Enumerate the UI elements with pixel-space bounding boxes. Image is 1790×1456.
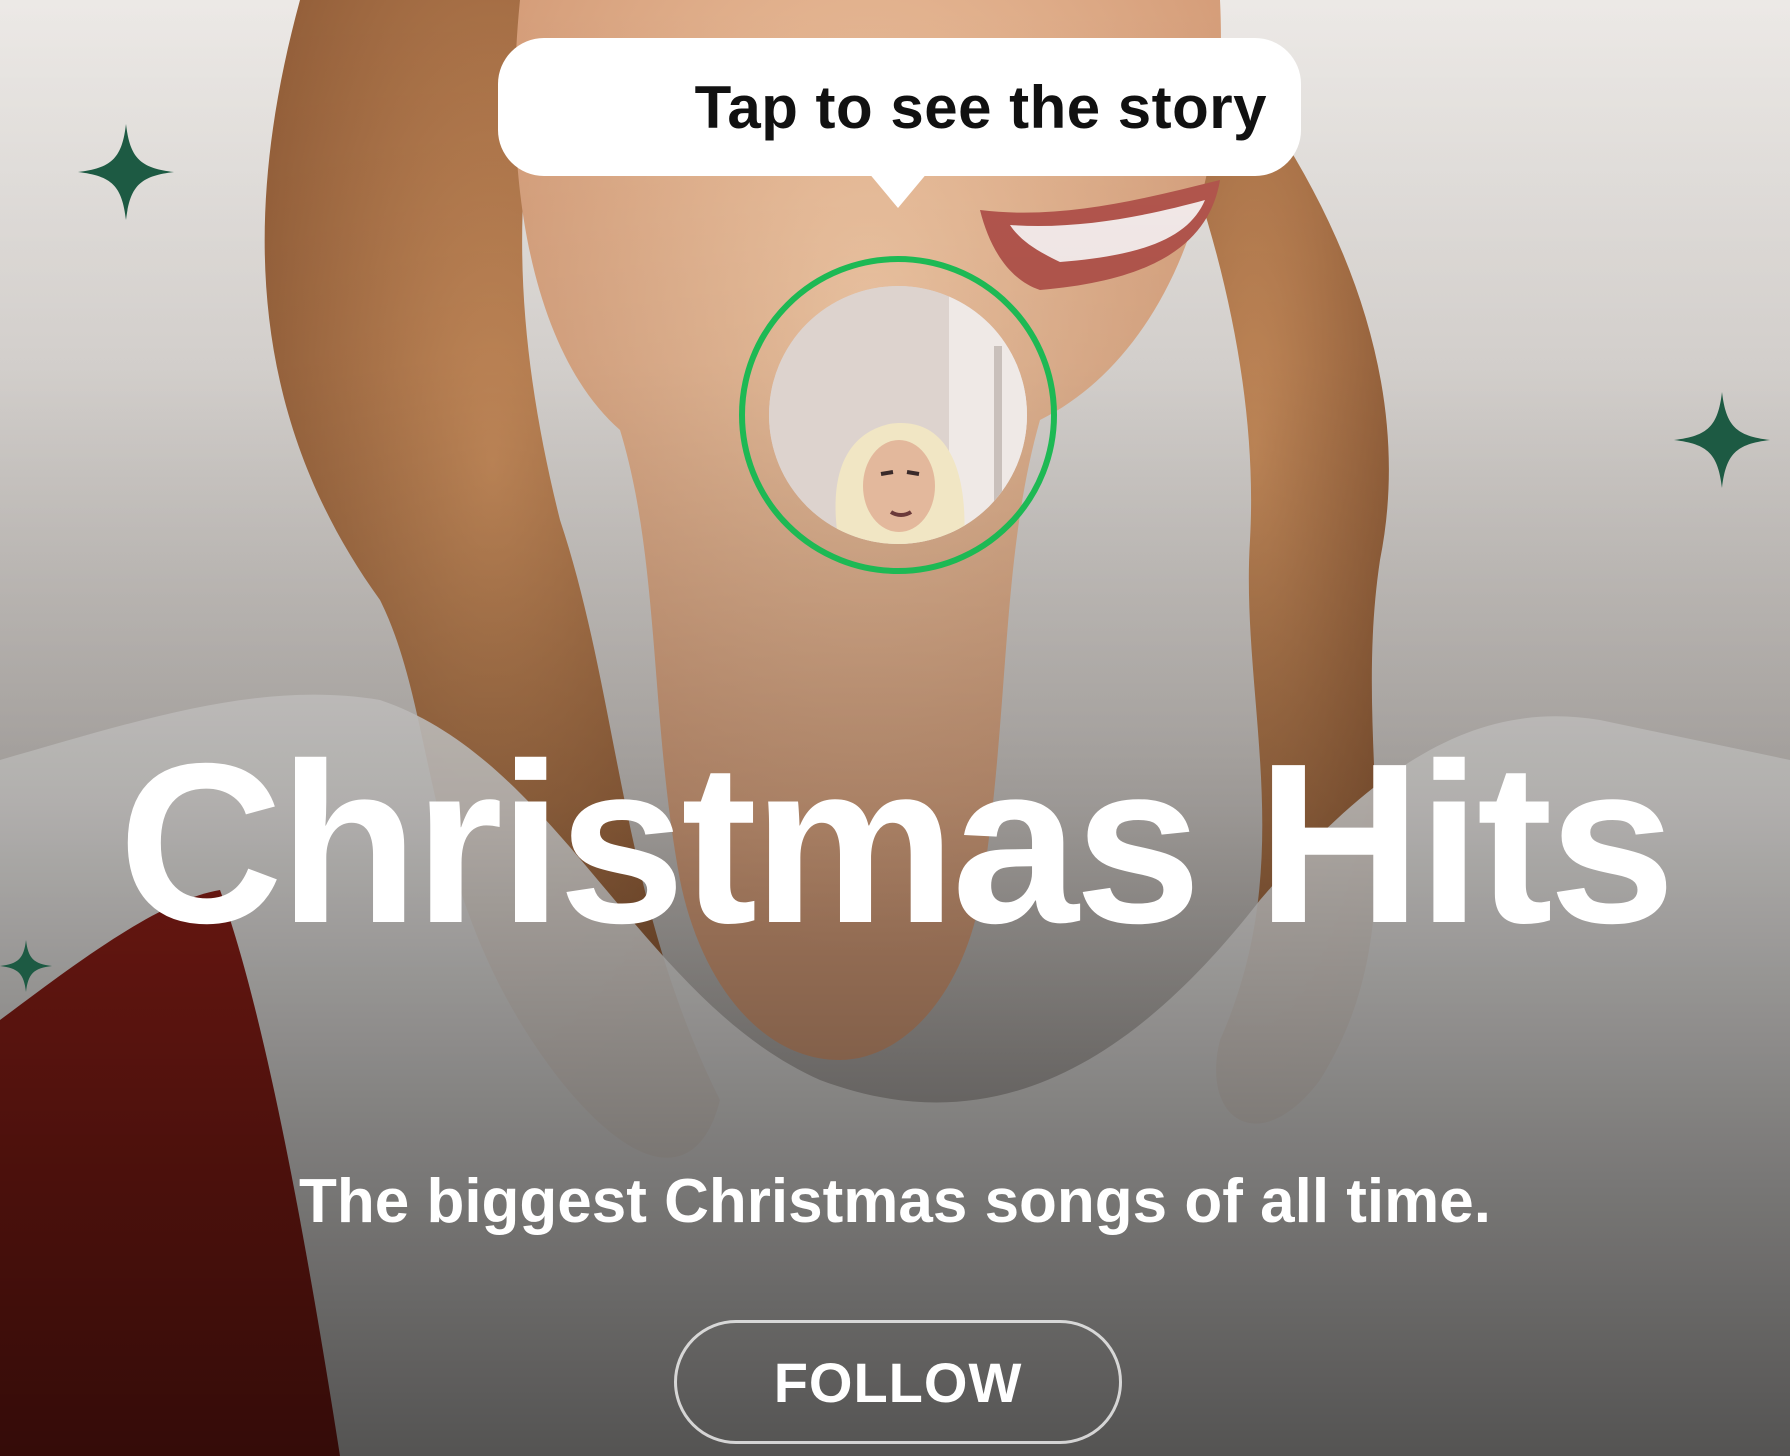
- playlist-header: Tap to see the story Christmas Hits The …: [0, 0, 1790, 1456]
- follow-button[interactable]: FOLLOW: [674, 1320, 1122, 1444]
- tooltip-arrow: [868, 172, 928, 208]
- playlist-description: The biggest Christmas songs of all time.: [299, 1167, 1491, 1236]
- four-point-star-icon: [78, 124, 174, 220]
- playlist-title: Christmas Hits: [118, 717, 1675, 971]
- story-avatar: [769, 286, 1027, 544]
- tooltip-text: Tap to see the story: [694, 73, 1267, 141]
- story-tooltip[interactable]: Tap to see the story: [498, 38, 1301, 176]
- story-avatar-button[interactable]: [739, 256, 1057, 574]
- four-point-star-icon: [1674, 392, 1770, 488]
